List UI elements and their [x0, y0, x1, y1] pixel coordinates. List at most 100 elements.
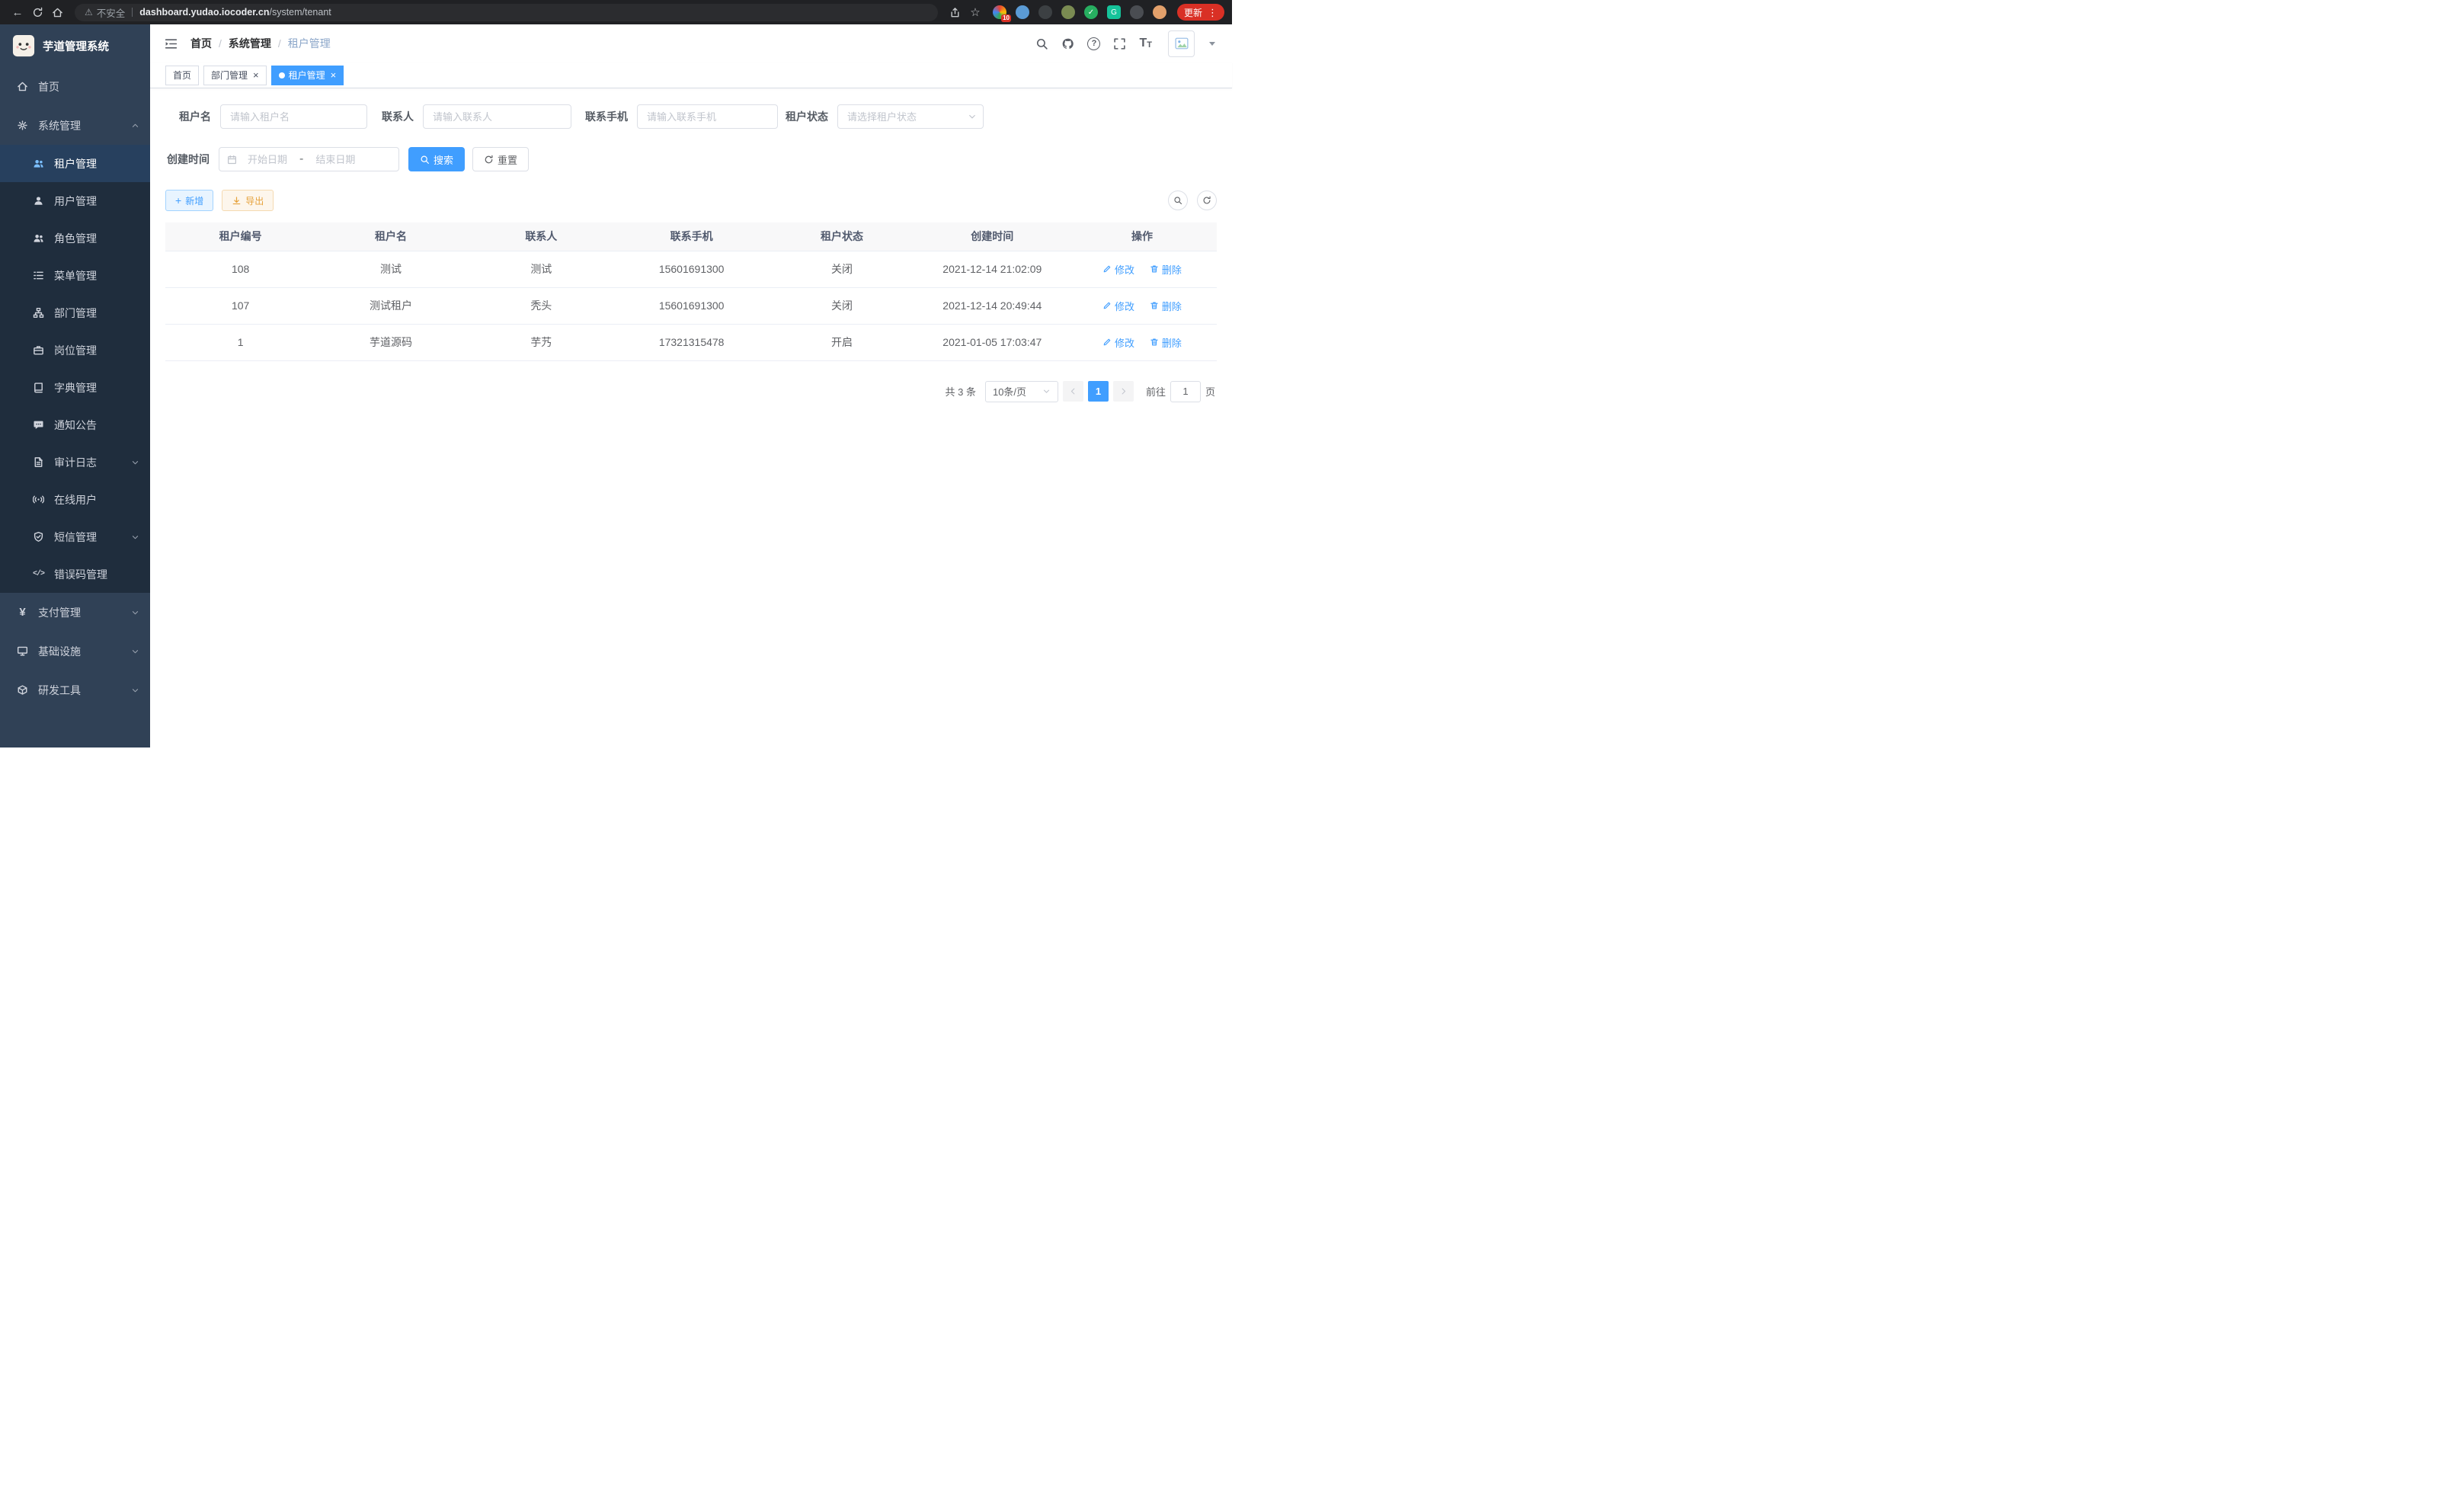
sidebar-item-user[interactable]: 用户管理 [0, 182, 150, 219]
extension-icon[interactable] [1130, 5, 1144, 19]
font-size-icon[interactable]: TT [1139, 37, 1152, 50]
toggle-search-button[interactable] [1168, 190, 1188, 210]
share-icon[interactable] [946, 3, 965, 21]
extension-icon[interactable]: G [1107, 5, 1121, 19]
warning-icon: ⚠ [85, 7, 93, 18]
delete-button[interactable]: 删除 [1150, 335, 1182, 350]
sidebar-item-notice[interactable]: 通知公告 [0, 406, 150, 443]
hamburger-icon[interactable] [164, 37, 178, 51]
delete-button[interactable]: 删除 [1150, 299, 1182, 313]
column-header: 操作 [1067, 222, 1217, 251]
search-icon[interactable] [1035, 37, 1048, 50]
export-button[interactable]: 导出 [222, 190, 274, 211]
github-icon[interactable] [1061, 37, 1074, 50]
sidebar-item-tenant[interactable]: 租户管理 [0, 145, 150, 182]
sidebar-item-home[interactable]: 首页 [0, 67, 150, 106]
edit-button[interactable]: 修改 [1102, 299, 1134, 313]
tenant-status-input[interactable] [837, 104, 984, 129]
chevron-down-icon [131, 686, 139, 694]
prev-page-button[interactable] [1063, 381, 1083, 402]
chevron-down-icon [131, 647, 139, 655]
back-icon[interactable]: ← [8, 3, 27, 21]
reload-icon[interactable] [27, 3, 47, 21]
help-icon[interactable]: ? [1087, 37, 1100, 50]
close-icon[interactable]: × [331, 70, 337, 80]
extension-icon[interactable]: ✓ [1084, 5, 1098, 19]
extension-icon[interactable] [1016, 5, 1029, 19]
sidebar-item-label: 基础设施 [38, 644, 81, 659]
extension-icon[interactable]: 10 [993, 5, 1006, 19]
tenant-status-select[interactable] [837, 104, 984, 129]
page-number-button[interactable]: 1 [1088, 381, 1109, 402]
filter-status: 租户状态 [778, 104, 984, 129]
chevron-up-icon [131, 121, 139, 130]
next-page-button[interactable] [1113, 381, 1134, 402]
home-icon [17, 81, 28, 92]
sidebar-group-infrastructure[interactable]: 基础设施 [0, 632, 150, 671]
goto-page-input[interactable] [1170, 381, 1201, 402]
sidebar-item-label: 首页 [38, 79, 59, 94]
home-icon[interactable] [47, 3, 67, 21]
download-icon [232, 196, 242, 206]
chevron-down-icon [131, 533, 139, 541]
extension-icon[interactable] [1153, 5, 1166, 19]
sidebar-item-dict[interactable]: 字典管理 [0, 369, 150, 406]
sidebar-item-error-code[interactable]: </> 错误码管理 [0, 555, 150, 593]
sidebar-item-role[interactable]: 角色管理 [0, 219, 150, 257]
fullscreen-icon[interactable] [1113, 37, 1126, 50]
tab-home[interactable]: 首页 [165, 66, 199, 85]
table-row: 107 测试租户 秃头 15601691300 关闭 2021-12-14 20… [165, 287, 1217, 324]
address-bar[interactable]: ⚠ 不安全 dashboard.yudao.iocoder.cn/system/… [75, 4, 938, 21]
tab-dept[interactable]: 部门管理× [203, 66, 267, 85]
sidebar-item-dept[interactable]: 部门管理 [0, 294, 150, 331]
trash-icon [1150, 301, 1159, 310]
app-logo[interactable]: 芋道管理系统 [0, 24, 150, 67]
sidebar-group-devtools[interactable]: 研发工具 [0, 671, 150, 709]
sidebar-group-audit-log[interactable]: 审计日志 [0, 443, 150, 481]
status-label: 租户状态 [778, 109, 837, 124]
contact-input[interactable] [423, 104, 571, 129]
dropdown-caret-icon[interactable] [1209, 42, 1215, 46]
avatar[interactable] [1168, 30, 1195, 57]
reset-button[interactable]: 重置 [472, 147, 529, 171]
update-button[interactable]: 更新 ⋮ [1177, 4, 1224, 21]
cell-created: 2021-12-14 20:49:44 [917, 287, 1067, 324]
edit-button[interactable]: 修改 [1102, 335, 1134, 350]
filter-create-time: 创建时间 - [165, 147, 399, 171]
sidebar-item-label: 部门管理 [54, 306, 97, 321]
breadcrumb-separator: / [219, 37, 222, 50]
cell-phone: 17321315478 [616, 324, 766, 360]
sidebar-item-label: 字典管理 [54, 380, 97, 395]
breadcrumb-home[interactable]: 首页 [190, 36, 212, 51]
create-time-range-picker[interactable]: - [219, 147, 399, 171]
pencil-icon [1102, 264, 1112, 274]
sidebar-group-sms[interactable]: 短信管理 [0, 518, 150, 555]
extension-icon[interactable] [1061, 5, 1075, 19]
close-icon[interactable]: × [253, 70, 259, 80]
role-users-icon [33, 232, 44, 244]
end-date-input[interactable] [308, 154, 363, 165]
add-button[interactable]: + 新增 [165, 190, 213, 211]
column-header: 联系人 [466, 222, 616, 251]
sidebar-item-post[interactable]: 岗位管理 [0, 331, 150, 369]
tab-tenant[interactable]: 租户管理× [271, 66, 344, 85]
tenant-name-input[interactable] [220, 104, 367, 129]
menu-kebab-icon[interactable]: ⋮ [1208, 8, 1218, 18]
extension-icon[interactable] [1038, 5, 1052, 19]
sidebar-group-system[interactable]: 系统管理 [0, 106, 150, 145]
sidebar-item-online-user[interactable]: 在线用户 [0, 481, 150, 518]
page-size-select[interactable]: 10条/页 [985, 381, 1058, 402]
chevron-right-icon [1119, 387, 1128, 395]
bookmark-star-icon[interactable]: ☆ [965, 3, 985, 21]
search-button[interactable]: 搜索 [408, 147, 465, 171]
delete-button[interactable]: 删除 [1150, 262, 1182, 277]
phone-input[interactable] [637, 104, 778, 129]
refresh-table-button[interactable] [1197, 190, 1217, 210]
start-date-input[interactable] [240, 154, 295, 165]
cell-name: 测试 [315, 251, 466, 287]
breadcrumb-system[interactable]: 系统管理 [229, 36, 271, 51]
edit-button[interactable]: 修改 [1102, 262, 1134, 277]
security-label[interactable]: 不安全 [97, 5, 126, 20]
sidebar-item-menu[interactable]: 菜单管理 [0, 257, 150, 294]
sidebar-group-payment[interactable]: ¥ 支付管理 [0, 593, 150, 632]
